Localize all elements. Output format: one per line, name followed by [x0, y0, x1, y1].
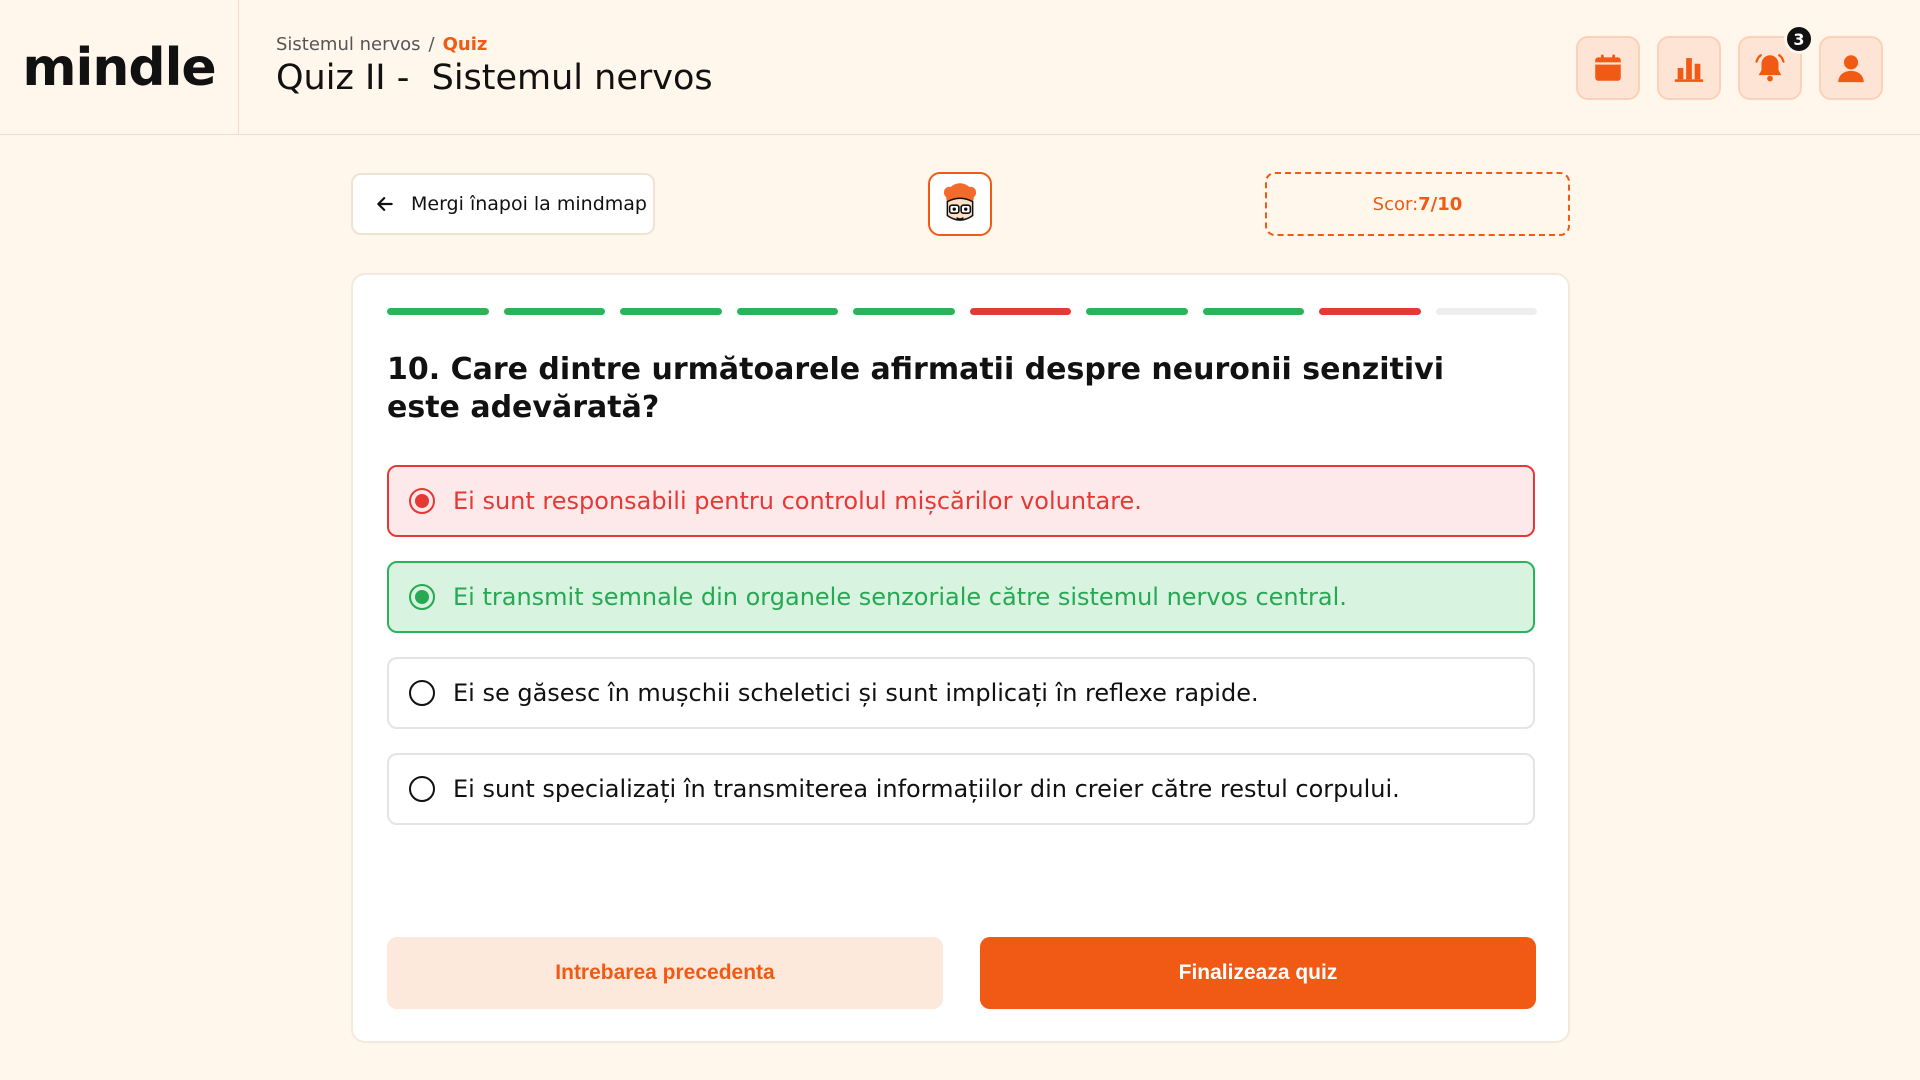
- progress-segment-10: [1435, 308, 1537, 315]
- quiz-card: 10. Care dintre următoarele afirmatii de…: [351, 273, 1570, 1043]
- notifications-button[interactable]: 3: [1738, 24, 1814, 100]
- answer-option-2[interactable]: Ei transmit semnale din organele senzori…: [387, 561, 1535, 633]
- mascot-avatar: [928, 172, 992, 236]
- user-icon: [1838, 55, 1864, 83]
- breadcrumb-parent[interactable]: Sistemul nervos: [276, 34, 421, 55]
- progress-segment-4: [736, 308, 838, 315]
- progress-segment-6: [969, 308, 1071, 315]
- progress-bar: [387, 308, 1537, 315]
- answer-option-label: Ei sunt responsabili pentru controlul mi…: [453, 487, 1142, 515]
- radio-dot: [415, 494, 429, 508]
- progress-segment-1: [387, 308, 489, 315]
- question-text: 10. Care dintre următoarele afirmatii de…: [387, 352, 1445, 425]
- calendar-button[interactable]: [1576, 36, 1640, 100]
- radio-button[interactable]: [409, 584, 435, 610]
- bell-icon: [1755, 54, 1785, 82]
- radio-dot: [415, 590, 429, 604]
- back-to-mindmap-button[interactable]: Mergi înapoi la mindmap: [351, 173, 655, 235]
- breadcrumb-current: Quiz: [442, 34, 488, 55]
- answer-option-label: Ei transmit semnale din organele senzori…: [453, 583, 1347, 611]
- logo[interactable]: mindle: [22, 38, 216, 98]
- page-title: Quiz II - Sistemul nervos: [276, 58, 713, 98]
- answer-option-4[interactable]: Ei sunt specializați în transmiterea inf…: [387, 753, 1535, 825]
- progress-segment-8: [1202, 308, 1304, 315]
- score-value: 7/10: [1418, 193, 1463, 215]
- progress-segment-7: [1086, 308, 1188, 315]
- radio-button[interactable]: [409, 488, 435, 514]
- answer-option-label: Ei sunt specializați în transmiterea inf…: [453, 775, 1400, 803]
- progress-segment-2: [503, 308, 605, 315]
- radio-button[interactable]: [409, 680, 435, 706]
- radio-button[interactable]: [409, 776, 435, 802]
- chart-icon: [1674, 58, 1704, 82]
- score-label: Scor:: [1372, 193, 1419, 215]
- score-box: Scor: 7/10: [1265, 172, 1570, 236]
- progress-segment-5: [853, 308, 955, 315]
- progress-segment-3: [620, 308, 722, 315]
- back-button-label: Mergi înapoi la mindmap: [411, 193, 647, 215]
- answer-option-1[interactable]: Ei sunt responsabili pentru controlul mi…: [387, 465, 1535, 537]
- notification-count-badge: 3: [1784, 24, 1814, 54]
- app-header: mindle Sistemul nervos / Quiz Quiz II - …: [0, 0, 1920, 135]
- answer-option-3[interactable]: Ei se găsesc în mușchii scheletici și su…: [387, 657, 1535, 729]
- logo-cell: mindle: [0, 0, 239, 135]
- answer-options: Ei sunt responsabili pentru controlul mi…: [387, 465, 1535, 849]
- answer-option-label: Ei se găsesc în mușchii scheletici și su…: [453, 679, 1259, 707]
- breadcrumb-separator: /: [428, 34, 435, 55]
- stats-button[interactable]: [1657, 36, 1721, 100]
- mascot-icon: [943, 183, 977, 221]
- finish-quiz-button[interactable]: Finalizeaza quiz: [980, 937, 1536, 1009]
- progress-segment-9: [1319, 308, 1421, 315]
- previous-question-button[interactable]: Intrebarea precedenta: [387, 937, 943, 1009]
- breadcrumb: Sistemul nervos / Quiz: [276, 34, 487, 55]
- arrow-left-icon: [377, 197, 393, 211]
- header-actions: 3: [1576, 24, 1883, 100]
- profile-button[interactable]: [1819, 36, 1883, 100]
- calendar-icon: [1595, 54, 1621, 81]
